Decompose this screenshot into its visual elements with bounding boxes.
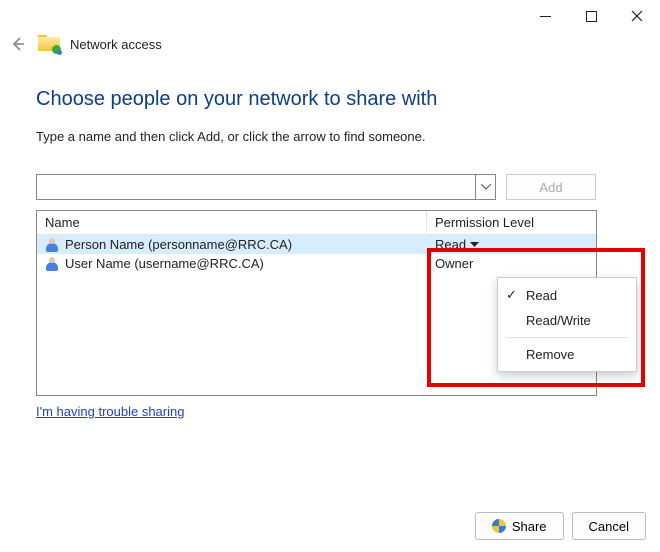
footer-buttons: Share Cancel xyxy=(475,512,646,540)
perm-option-readwrite[interactable]: Read/Write xyxy=(498,308,636,333)
network-folder-icon xyxy=(38,35,60,53)
share-button[interactable]: Share xyxy=(475,512,564,540)
menu-separator xyxy=(506,337,628,338)
cancel-button-label: Cancel xyxy=(589,519,629,534)
close-button[interactable] xyxy=(614,0,660,32)
permission-value: Read xyxy=(435,237,466,252)
table-row[interactable]: Person Name (personname@RRC.CA) Read xyxy=(37,235,596,254)
list-header: Name Permission Level xyxy=(37,211,596,235)
row-name: User Name (username@RRC.CA) xyxy=(65,256,264,271)
cancel-button[interactable]: Cancel xyxy=(572,512,646,540)
trouble-row: I'm having trouble sharing xyxy=(36,404,596,419)
back-arrow-icon[interactable] xyxy=(8,34,28,54)
user-icon xyxy=(45,238,59,252)
name-combo[interactable] xyxy=(36,174,496,200)
trouble-sharing-link[interactable]: I'm having trouble sharing xyxy=(36,404,184,419)
combo-arrow-icon[interactable] xyxy=(475,175,495,199)
minimize-button[interactable] xyxy=(522,0,568,32)
name-input[interactable] xyxy=(37,175,475,199)
row-name: Person Name (personname@RRC.CA) xyxy=(65,237,292,252)
check-icon: ✓ xyxy=(506,287,518,303)
perm-option-label: Read xyxy=(526,288,557,303)
column-name[interactable]: Name xyxy=(37,211,427,234)
page-subtext: Type a name and then click Add, or click… xyxy=(36,129,624,144)
chevron-down-icon xyxy=(470,242,479,248)
maximize-button[interactable] xyxy=(568,0,614,32)
window-title: Network access xyxy=(70,37,162,52)
add-user-row: Add xyxy=(36,174,596,200)
table-row[interactable]: User Name (username@RRC.CA) Owner xyxy=(37,254,596,273)
page-heading: Choose people on your network to share w… xyxy=(36,88,624,111)
perm-option-label: Read/Write xyxy=(526,313,591,328)
add-button[interactable]: Add xyxy=(506,174,596,200)
user-icon xyxy=(45,257,59,271)
permission-cell[interactable]: Read xyxy=(427,235,596,254)
shield-icon xyxy=(492,519,506,533)
permission-value: Owner xyxy=(435,256,473,271)
perm-option-label: Remove xyxy=(526,347,574,362)
header: Network access xyxy=(0,32,660,58)
perm-option-read[interactable]: ✓ Read xyxy=(498,282,636,308)
permission-cell: Owner xyxy=(427,254,596,273)
perm-option-remove[interactable]: Remove xyxy=(498,342,636,367)
permission-menu: ✓ Read Read/Write Remove xyxy=(497,277,637,372)
share-button-label: Share xyxy=(512,519,547,534)
column-permission[interactable]: Permission Level xyxy=(427,211,596,234)
title-bar xyxy=(0,0,660,32)
